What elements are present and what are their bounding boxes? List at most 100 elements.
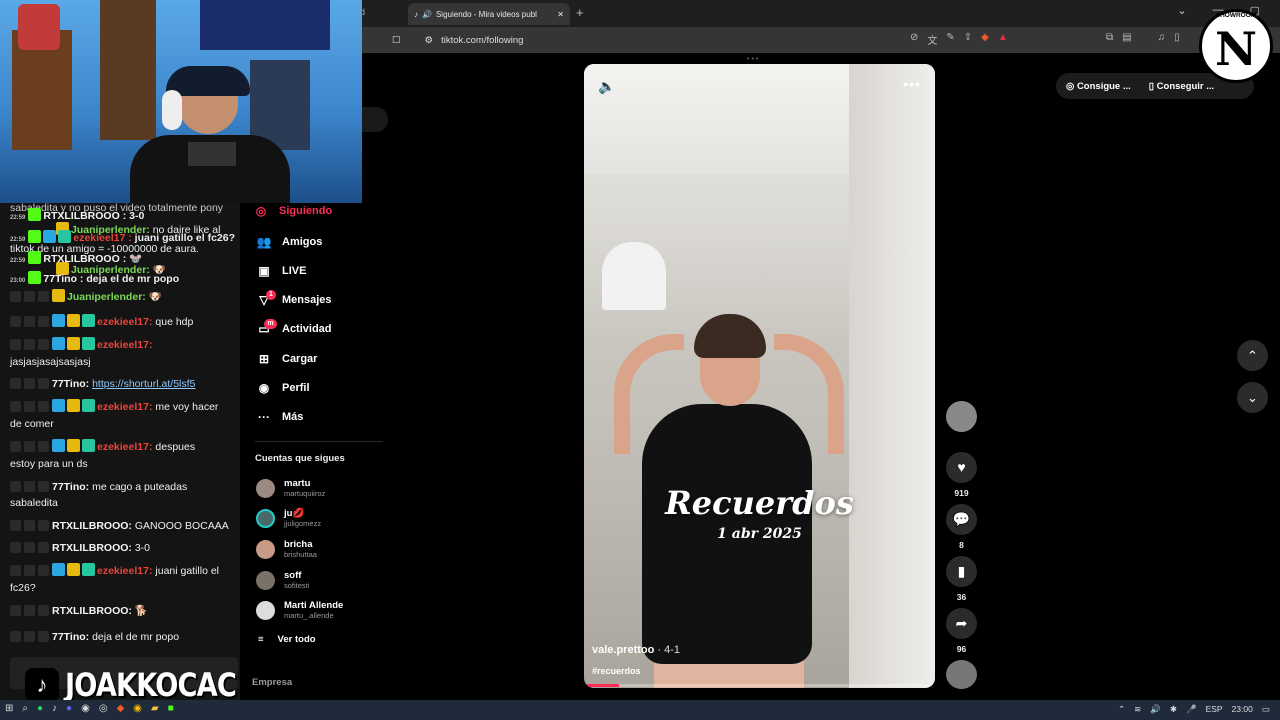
volume-tray-icon[interactable]: 🔊 xyxy=(1150,704,1161,715)
footer-company[interactable]: Empresa xyxy=(252,677,292,688)
translate-icon[interactable]: 文 xyxy=(927,32,937,47)
nav-following[interactable]: ◎ Siguiendo xyxy=(253,204,332,218)
account-item[interactable]: Marti Allende martu_.allende xyxy=(256,600,343,620)
more-options-icon[interactable]: ••• xyxy=(903,76,921,92)
nav-live[interactable]: ▣ LIVE xyxy=(256,264,306,278)
tab-active[interactable]: ♪ 🔊 Siguiendo - Mira videos publ ✕ xyxy=(408,3,570,25)
comment-count: 8 xyxy=(959,540,964,550)
stream-chat: sabaledita y no puso el video totalmente… xyxy=(0,203,240,700)
language-indicator[interactable]: ESP xyxy=(1206,704,1223,715)
extensions-toolbar: ⧉ ▤ ♫ ▯ xyxy=(1106,32,1180,43)
music-icon[interactable]: ♫ xyxy=(1158,32,1166,43)
comment-icon: 💬 xyxy=(946,504,977,535)
chat-line: Juaniperlender: 🐶 xyxy=(10,289,238,305)
volume-icon[interactable]: 🔈 xyxy=(598,78,615,95)
tiktok-app-icon[interactable]: ♪ xyxy=(52,703,57,714)
account-item[interactable]: ju💋 jjuligomezz xyxy=(256,508,321,528)
get-coins-button[interactable]: ◎ Consigue ... xyxy=(1066,81,1131,92)
tiktok-logo-icon: ♪ xyxy=(25,668,59,702)
chevron-up-icon[interactable]: ⌃ xyxy=(1118,704,1125,715)
messages-badge: 1 xyxy=(266,290,276,300)
video-author[interactable]: vale.prettoo · 4-1 xyxy=(592,644,680,656)
account-item[interactable]: soff sofitesti xyxy=(256,570,309,590)
chevron-down-icon[interactable]: ⌄ xyxy=(1177,4,1186,17)
chevron-down-icon: ⌄ xyxy=(1247,390,1258,405)
emote-icon: 🐶 xyxy=(148,291,162,303)
comment-button[interactable]: 💬 8 xyxy=(946,504,977,550)
chrome-icon[interactable]: ◉ xyxy=(133,703,142,714)
discord-icon[interactable]: ● xyxy=(66,703,72,714)
chat-line: estoy para un ds xyxy=(10,458,88,470)
account-item[interactable]: martu martuquiiroz xyxy=(256,478,325,498)
avatar xyxy=(256,539,275,559)
nav-more[interactable]: ··· Más xyxy=(256,410,303,424)
following-icon: ◎ xyxy=(255,204,267,218)
wifi-icon[interactable]: ≋ xyxy=(1134,704,1141,715)
nav-upload[interactable]: ⊞ Cargar xyxy=(256,352,318,366)
obs-icon[interactable]: ◎ xyxy=(99,703,108,714)
previous-video-button[interactable]: ⌃ xyxy=(1237,340,1268,371)
url-text[interactable]: tiktok.com/following xyxy=(441,35,523,46)
video-player[interactable]: 🔈 ••• Recuerdos 1 abr 2025 vale.prettoo … xyxy=(584,64,935,688)
chat-line: sabaledita xyxy=(10,497,58,509)
avatar xyxy=(256,478,275,498)
water-heater xyxy=(602,242,666,310)
panel-icon[interactable]: ▯ xyxy=(1174,32,1180,43)
address-bar-actions: ⊘ 文 ✎ ⇪ ◆ ▲ xyxy=(910,32,1008,47)
see-all-button[interactable]: ≡ Ver todo xyxy=(258,634,316,645)
no-video-icon[interactable]: ⊘ xyxy=(910,32,918,47)
kick-badge-icon xyxy=(28,208,42,221)
nav-friends[interactable]: 👥 Amigos xyxy=(256,235,323,249)
friends-icon: 👥 xyxy=(256,235,272,249)
streamer-brand: ♪ JOAKKOCAC xyxy=(25,666,266,704)
video-progress-bar[interactable] xyxy=(584,684,935,687)
brave-shield-icon[interactable]: ◆ xyxy=(981,32,989,47)
chevron-up-icon: ⌃ xyxy=(1247,348,1258,363)
get-app-button[interactable]: ▯ Conseguir ... xyxy=(1149,81,1214,92)
share-button[interactable]: ➦ 96 xyxy=(946,608,977,654)
search-bar-edge[interactable] xyxy=(362,107,388,132)
speaker-icon: 🔊 xyxy=(422,9,432,19)
bluetooth-icon[interactable]: ✱ xyxy=(1170,704,1177,715)
live-icon: ▣ xyxy=(258,264,270,278)
steam-icon[interactable]: ◉ xyxy=(81,703,90,714)
chat-line: 77Tino: me cago a puteadas xyxy=(10,479,238,495)
windows-start-icon[interactable]: ⊞ xyxy=(5,703,13,714)
video-hashtag[interactable]: #recuerdos xyxy=(592,666,641,676)
upload-icon: ⊞ xyxy=(258,352,270,366)
kick-icon[interactable]: ■ xyxy=(168,703,174,714)
chat-link[interactable]: https://shorturl.at/5lsf5 xyxy=(92,378,195,390)
extensions-icon[interactable]: ⧉ xyxy=(1106,32,1113,43)
share-icon[interactable]: ⇪ xyxy=(964,32,972,47)
search-icon[interactable]: ⌕ xyxy=(22,703,28,714)
folder-icon[interactable]: ▰ xyxy=(151,703,159,714)
nav-profile[interactable]: ◉ Perfil xyxy=(256,381,310,395)
account-item[interactable]: bricha brishuttaa xyxy=(256,539,317,559)
brave-icon[interactable]: ◆ xyxy=(117,703,125,714)
chat-line: ezekieel17: xyxy=(10,337,238,353)
close-tab-icon[interactable]: ✕ xyxy=(557,10,564,19)
clock[interactable]: 23:00 xyxy=(1232,704,1253,715)
mic-icon[interactable]: 🎤 xyxy=(1186,704,1197,715)
bookmark-icon[interactable]: ☐ xyxy=(392,35,401,46)
chat-line: RTXLILBROOO: GANOOO BOCAAA xyxy=(10,518,238,534)
like-button[interactable]: ♥ 919 xyxy=(946,452,977,498)
site-info-icon[interactable]: ⚙ xyxy=(425,35,434,46)
creator-avatar[interactable] xyxy=(946,401,977,432)
sidebar-icon[interactable]: ▤ xyxy=(1122,32,1131,43)
bookmark-icon: ▮ xyxy=(946,556,977,587)
list-icon: ≡ xyxy=(258,634,264,645)
brave-rewards-icon[interactable]: ▲ xyxy=(998,32,1008,47)
avatar xyxy=(256,508,275,528)
save-button[interactable]: ▮ 36 xyxy=(946,556,977,602)
edit-icon[interactable]: ✎ xyxy=(946,32,954,47)
next-creator-avatar[interactable] xyxy=(946,660,977,689)
next-video-button[interactable]: ⌄ xyxy=(1237,382,1268,413)
heart-icon: ♥ xyxy=(946,452,977,483)
colon-badge xyxy=(18,4,60,50)
more-icon: ··· xyxy=(258,410,270,424)
whatsapp-icon[interactable]: ● xyxy=(37,703,43,714)
new-tab-button[interactable]: + xyxy=(576,5,584,20)
avatar xyxy=(256,570,275,590)
notifications-icon[interactable]: ▭ xyxy=(1262,704,1270,715)
